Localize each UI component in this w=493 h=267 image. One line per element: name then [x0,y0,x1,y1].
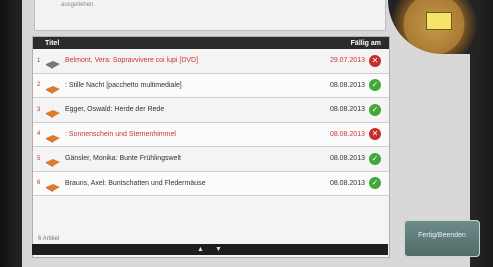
check-icon: ✓ [369,177,381,190]
row-title: : Sonnenschein und Sternenhimmel [65,130,176,138]
item-count: 6 Artikel [38,236,60,242]
disc-icon [45,56,61,70]
finish-button-label: Fertig/Beenden [418,232,466,239]
table-row[interactable]: 3 Egger, Oswald: Herde der Rede 08.08.20… [33,98,389,123]
row-number: 2 [37,82,41,89]
x-icon: ✕ [369,128,381,141]
check-icon: ✓ [369,79,381,92]
preview-object-icon [426,12,452,30]
loans-table: Titel Fällig am 1 Belmont, Vera: Sopravv… [32,36,390,258]
table-row[interactable]: 5 Gänsler, Monika: Bunte Frühlingswelt 0… [33,147,389,172]
top-message-text: ausgeliehen. [61,2,96,8]
row-due-date: 29.07.2013 [329,57,365,65]
row-title: Brauns, Axel: Buntschatten und Fledermäu… [65,179,206,187]
row-due-date: 08.08.2013 [329,106,365,114]
row-due-date: 08.08.2013 [329,155,365,163]
book-icon [45,105,61,119]
row-due-date: 08.08.2013 [329,179,365,187]
row-number: 1 [37,57,41,64]
row-due-date: 08.08.2013 [329,130,365,138]
row-number: 3 [37,106,41,113]
table-header: Titel Fällig am [33,37,389,49]
row-number: 6 [37,180,41,187]
column-header-due: Fällig am [350,39,381,47]
row-title: : Stille Nacht [pacchetto multimediale] [65,81,182,89]
table-row[interactable]: 2 : Stille Nacht [pacchetto multimediale… [33,73,389,98]
table-row[interactable]: 1 Belmont, Vera: Sopravvivere coi lupi [… [33,49,389,74]
book-icon [45,81,61,94]
x-icon: ✕ [369,54,381,67]
table-row[interactable]: 4 : Sonnenschein und Sternenhimmel 08.08… [33,122,389,147]
finish-button[interactable]: Fertig/Beenden [404,220,480,257]
check-icon: ✓ [369,152,381,165]
row-due-date: 08.08.2013 [329,81,365,89]
table-row[interactable]: 6 Brauns, Axel: Buntschatten und Flederm… [33,171,389,196]
book-icon [45,130,61,143]
column-header-title: Titel [45,39,60,47]
arrow-up-icon[interactable]: ▲ [196,245,205,254]
row-title: Egger, Oswald: Herde der Rede [65,106,165,114]
book-icon [45,179,61,192]
row-title: Belmont, Vera: Sopravvivere coi lupi [DV… [65,57,199,65]
top-message-panel: ausgeliehen. [34,0,386,31]
row-number: 5 [37,155,41,162]
arrow-down-icon[interactable]: ▼ [214,245,223,254]
scrollbar[interactable]: ▲ ▼ [32,244,388,255]
book-icon [45,154,61,168]
row-number: 4 [37,131,41,138]
row-title: Gänsler, Monika: Bunte Frühlingswelt [65,155,181,163]
check-icon: ✓ [369,103,381,116]
